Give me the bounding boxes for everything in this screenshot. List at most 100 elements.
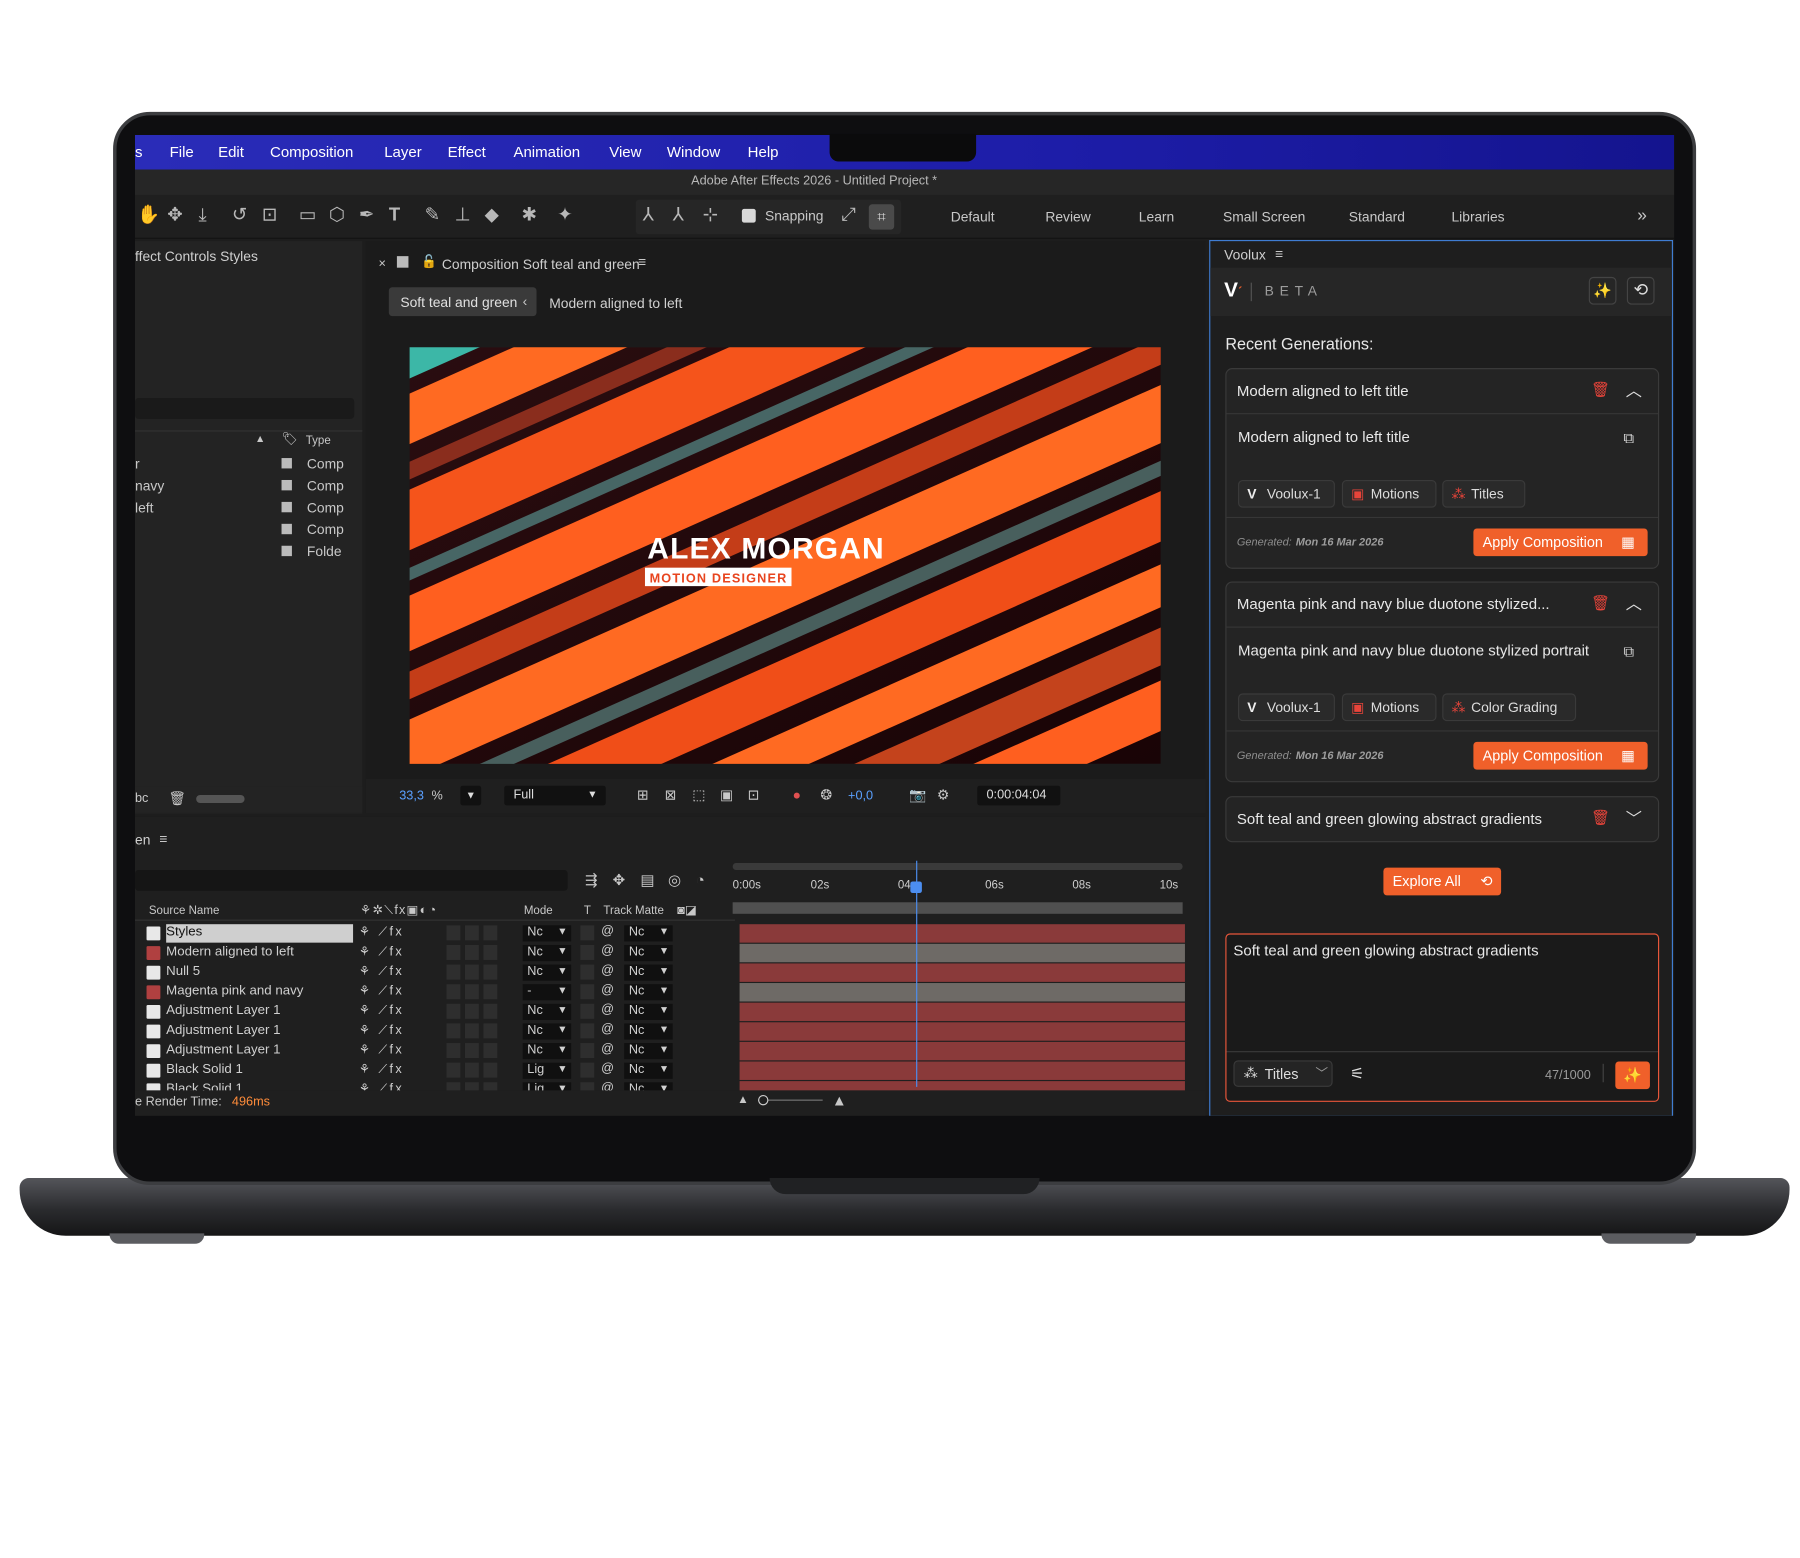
hand-tool-icon[interactable]: ✋: [137, 205, 160, 226]
pickwhip-icon[interactable]: @: [601, 983, 614, 997]
layer-duration-bar[interactable]: [739, 924, 1185, 943]
snap-options-icon[interactable]: ⤢: [841, 205, 856, 226]
source-name-header[interactable]: Source Name: [149, 905, 220, 918]
close-tab-icon[interactable]: ×: [378, 257, 385, 271]
project-item[interactable]: Folde: [135, 541, 362, 562]
layer-row[interactable]: Adjustment Layer 1 ⚘ ⟋fx Nc ▼ @ Nc ▼: [135, 1042, 735, 1062]
layer-name-field[interactable]: Adjustment Layer 1: [166, 1042, 353, 1060]
panel-menu-icon[interactable]: ≡: [638, 254, 646, 270]
voolux-panel-title[interactable]: Voolux: [1224, 247, 1266, 263]
track-matte-header[interactable]: Track Matte: [603, 905, 663, 918]
preserve-transparency-toggle[interactable]: [580, 964, 595, 980]
pickwhip-icon[interactable]: @: [601, 944, 614, 958]
layer-switches-icon[interactable]: ⚘ ⟋fx: [359, 1061, 404, 1077]
layer-switches-icon[interactable]: ⚘ ⟋fx: [359, 1022, 404, 1038]
menu-item-help[interactable]: Help: [748, 143, 779, 160]
settings-sliders-icon[interactable]: ⚟: [1350, 1064, 1364, 1084]
track-matte-select[interactable]: Nc ▼: [624, 944, 673, 962]
graph-editor-icon[interactable]: ◔: [696, 871, 705, 888]
project-item[interactable]: left Comp: [135, 497, 362, 518]
mode-select[interactable]: Nc ▼: [522, 1003, 572, 1020]
snapping-checkbox[interactable]: [741, 208, 756, 223]
eraser-tool-icon[interactable]: ◆: [485, 205, 499, 226]
transparency-grid-icon[interactable]: ⊠: [665, 787, 677, 803]
track-matte-select[interactable]: Nc ▼: [624, 1062, 673, 1079]
layer-row[interactable]: Black Solid 1 ⚘ ⟋fx Lig ▼ @ Nc ▼: [135, 1061, 735, 1081]
mode-select[interactable]: Nc ▼: [522, 1023, 572, 1040]
sparkles-icon[interactable]: ✨: [1588, 276, 1617, 305]
axis-world-icon[interactable]: ⅄: [673, 205, 684, 226]
mode-header[interactable]: Mode: [524, 905, 553, 918]
pickwhip-icon[interactable]: @: [601, 1003, 614, 1017]
pickwhip-icon[interactable]: @: [601, 1022, 614, 1036]
time-ruler[interactable]: 0:00s 02s 04s 06s 08s 10s: [732, 863, 1185, 916]
cube-tool-icon[interactable]: ⬡: [329, 205, 345, 226]
work-area-range[interactable]: [732, 902, 1183, 914]
mode-select[interactable]: Nc ▼: [522, 944, 572, 962]
layer-name-field[interactable]: Null 5: [166, 963, 353, 981]
track-matte-select[interactable]: Nc ▼: [624, 1043, 673, 1060]
layer-switches-icon[interactable]: ⚘ ⟋fx: [359, 1003, 404, 1019]
timecode-field[interactable]: 0:00:04:04: [977, 785, 1061, 806]
card-title[interactable]: Soft teal and green glowing abstract gra…: [1237, 810, 1542, 827]
preserve-transparency-toggle[interactable]: [580, 1062, 595, 1078]
snapshot-icon[interactable]: 📷: [909, 787, 926, 803]
mode-select[interactable]: Lig ▼: [522, 1062, 572, 1079]
snap-target-icon[interactable]: ⌗: [868, 204, 895, 230]
layer-switches-icon[interactable]: ⚘ ⟋fx: [359, 1042, 404, 1058]
sort-icon[interactable]: ▲: [255, 433, 265, 445]
project-item[interactable]: navy Comp: [135, 475, 362, 496]
card-title[interactable]: Modern aligned to left title: [1237, 382, 1409, 399]
preserve-transparency-toggle[interactable]: [580, 984, 595, 1000]
preserve-transparency-toggle[interactable]: [580, 1043, 595, 1059]
layer-duration-bar[interactable]: [739, 1002, 1185, 1022]
layer-duration-bar[interactable]: [739, 983, 1185, 1002]
timeline-search-input[interactable]: [134, 869, 568, 891]
menu-item-view[interactable]: View: [609, 143, 641, 160]
prompt-text[interactable]: Soft teal and green glowing abstract gra…: [1233, 942, 1538, 959]
exposure-value[interactable]: +0,0: [848, 789, 873, 803]
mode-select[interactable]: Nc ▼: [522, 925, 572, 942]
menu-item-edit[interactable]: Edit: [218, 143, 244, 160]
history-icon[interactable]: ⟲: [1626, 276, 1655, 305]
layer-duration-bar[interactable]: [739, 943, 1185, 963]
timeline-tab[interactable]: en: [135, 832, 150, 848]
trash-icon[interactable]: 🗑: [1591, 381, 1610, 399]
layer-name-field[interactable]: Magenta pink and navy: [166, 983, 353, 1001]
zoom-dropdown-icon[interactable]: ▼: [460, 785, 482, 806]
layer-name-field[interactable]: Styles: [166, 924, 354, 943]
workspace-standard[interactable]: Standard: [1349, 209, 1405, 225]
project-search-input[interactable]: [134, 398, 355, 419]
menu-item-effect[interactable]: Effect: [448, 143, 486, 160]
track-matte-select[interactable]: Nc ▼: [624, 1023, 673, 1040]
frame-blending-icon[interactable]: ◎: [668, 871, 681, 889]
current-time-indicator[interactable]: [916, 860, 918, 1087]
pen-tool-icon[interactable]: ✒: [359, 205, 374, 226]
playhead-handle[interactable]: [910, 881, 922, 894]
workspace-default[interactable]: Default: [951, 209, 995, 225]
layer-name-field[interactable]: Black Solid 1: [166, 1061, 353, 1079]
pin-tool-icon[interactable]: ✦: [557, 205, 572, 226]
copy-icon[interactable]: ⧉: [1623, 643, 1634, 661]
preserve-transparency-toggle[interactable]: [580, 944, 595, 960]
layer-duration-bar[interactable]: [739, 1041, 1185, 1061]
mode-select[interactable]: Nc ▼: [522, 1043, 572, 1060]
track-matte-select[interactable]: Nc ▼: [624, 984, 673, 1001]
work-area-bar[interactable]: [732, 863, 1183, 870]
color-manage-icon[interactable]: ❂: [820, 787, 832, 803]
generation-card[interactable]: Soft teal and green glowing abstract gra…: [1225, 796, 1660, 843]
camera-tool-icon[interactable]: ⊡: [262, 205, 277, 226]
pickwhip-icon[interactable]: @: [601, 963, 614, 977]
lock-icon[interactable]: 🔓: [421, 254, 437, 269]
move-tool-icon[interactable]: ✥: [167, 205, 182, 226]
menu-item-app[interactable]: s: [135, 143, 142, 160]
thumbnail-slider[interactable]: [196, 794, 245, 804]
workspace-learn[interactable]: Learn: [1139, 209, 1174, 225]
layer-row[interactable]: Magenta pink and navy ⚘ ⟋fx - ▼ @ Nc ▼: [135, 983, 735, 1003]
composition-viewer[interactable]: ALEX MORGAN MOTION DESIGNER: [409, 347, 1161, 764]
layer-switches-icon[interactable]: ⚘ ⟋fx: [359, 924, 404, 940]
chevron-down-icon[interactable]: ﹀: [1626, 807, 1642, 830]
layer-row[interactable]: Null 5 ⚘ ⟋fx Nc ▼ @ Nc ▼: [135, 963, 735, 983]
guides-icon[interactable]: ▣: [720, 787, 733, 803]
layer-name-field[interactable]: Adjustment Layer 1: [166, 1022, 353, 1040]
